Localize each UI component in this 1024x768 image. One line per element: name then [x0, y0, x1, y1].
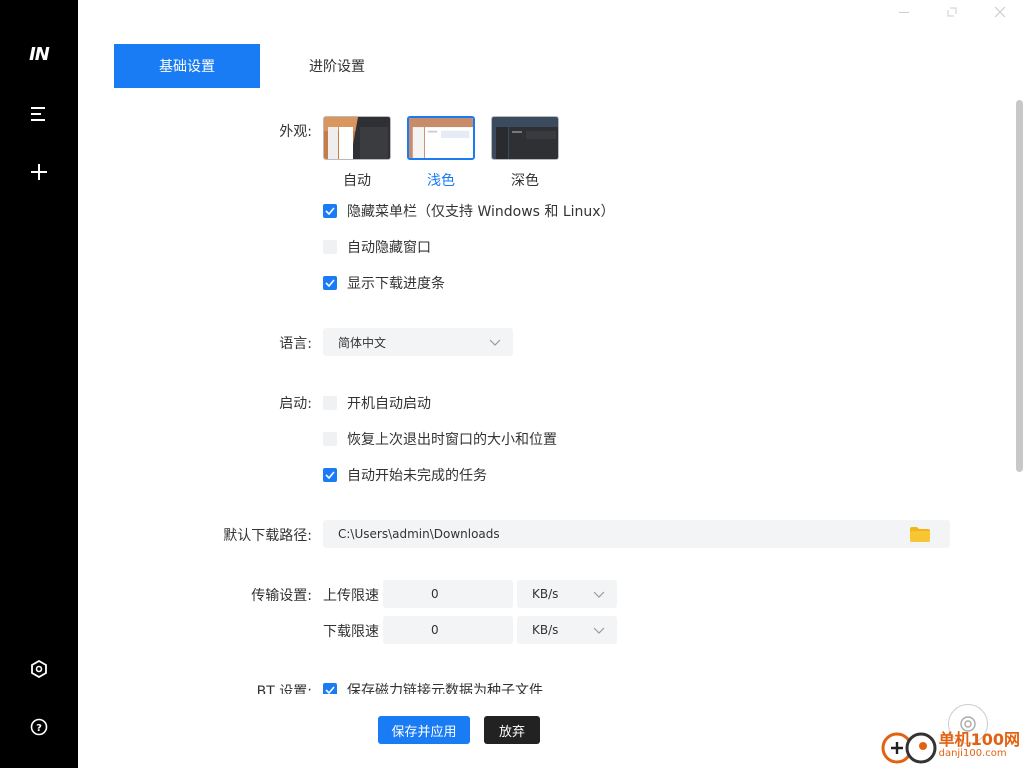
download-limit-value: 0 [431, 623, 439, 637]
help-icon[interactable]: ? [19, 707, 59, 747]
boot-label: 开机自动启动 [347, 396, 431, 412]
restore-label: 恢复上次退出时窗口的大小和位置 [347, 432, 557, 448]
download-limit-label: 下载限速 [323, 624, 379, 640]
app-logo: IN [29, 44, 50, 65]
resume-option[interactable]: 自动开始未完成的任务 [323, 465, 487, 485]
upload-unit-select[interactable]: KB/s [517, 580, 617, 608]
restore-checkbox[interactable] [323, 432, 337, 446]
watermark-logo-icon [881, 732, 937, 764]
boot-checkbox[interactable] [323, 396, 337, 410]
theme-card-dark[interactable] [491, 116, 559, 160]
resume-checkbox[interactable] [323, 468, 337, 482]
download-limit-input[interactable]: 0 [383, 616, 513, 644]
resume-label: 自动开始未完成的任务 [347, 468, 487, 484]
download-unit-value: KB/s [532, 623, 559, 637]
download-unit-select[interactable]: KB/s [517, 616, 617, 644]
chevron-down-icon [489, 339, 501, 346]
add-icon[interactable] [19, 152, 59, 192]
download-path-label: 默认下载路径: [223, 528, 312, 544]
show-progress-option[interactable]: 显示下载进度条 [323, 273, 445, 293]
menu-icon[interactable] [19, 94, 59, 134]
auto-hide-checkbox[interactable] [323, 240, 337, 254]
settings-window: IN ? 基础设置 进阶设置 外观: 自动 浅色 深色 隐藏菜单栏（仅支持 Wi… [0, 0, 1024, 768]
language-select[interactable]: 简体中文 [323, 328, 513, 356]
tab-basic-settings[interactable]: 基础设置 [114, 44, 260, 88]
language-label: 语言: [279, 336, 312, 352]
upload-limit-value: 0 [431, 587, 439, 601]
save-apply-button[interactable]: 保存并应用 [378, 716, 470, 744]
watermark: 单机100网 danji100.com [879, 726, 1020, 766]
folder-icon[interactable] [910, 527, 930, 542]
startup-label: 启动: [279, 396, 312, 412]
appearance-label: 外观: [279, 124, 312, 140]
download-path-value: C:\Users\admin\Downloads [338, 527, 500, 541]
content-clip-mask [200, 694, 1000, 712]
hide-menu-checkbox[interactable] [323, 204, 337, 218]
show-progress-checkbox[interactable] [323, 276, 337, 290]
maximize-icon[interactable] [942, 2, 962, 22]
boot-option[interactable]: 开机自动启动 [323, 393, 431, 413]
close-icon[interactable] [990, 2, 1010, 22]
auto-hide-label: 自动隐藏窗口 [347, 240, 431, 256]
theme-card-light[interactable] [407, 116, 475, 160]
theme-label-dark: 深色 [511, 173, 539, 189]
theme-label-auto: 自动 [343, 173, 371, 189]
show-progress-label: 显示下载进度条 [347, 276, 445, 292]
scrollbar[interactable] [1014, 0, 1024, 768]
upload-limit-input[interactable]: 0 [383, 580, 513, 608]
auto-hide-option[interactable]: 自动隐藏窗口 [323, 237, 431, 257]
download-path-field[interactable]: C:\Users\admin\Downloads [323, 520, 950, 548]
svg-text:?: ? [36, 723, 42, 734]
settings-hexagon-icon[interactable] [19, 649, 59, 689]
watermark-title: 单机100网 [938, 730, 1020, 749]
chevron-down-icon [593, 591, 605, 598]
language-value: 简体中文 [338, 335, 387, 350]
restore-option[interactable]: 恢复上次退出时窗口的大小和位置 [323, 429, 557, 449]
tab-advanced-settings[interactable]: 进阶设置 [268, 44, 406, 88]
theme-card-auto[interactable] [323, 116, 391, 160]
scrollbar-thumb[interactable] [1016, 100, 1023, 472]
chevron-down-icon [593, 627, 605, 634]
theme-label-light: 浅色 [427, 173, 455, 189]
upload-unit-value: KB/s [532, 587, 559, 601]
hide-menu-option[interactable]: 隐藏菜单栏（仅支持 Windows 和 Linux） [323, 201, 615, 221]
upload-limit-label: 上传限速 [323, 588, 379, 604]
discard-button[interactable]: 放弃 [484, 716, 540, 744]
sidebar: IN ? [0, 0, 78, 768]
transfer-label: 传输设置: [251, 588, 312, 604]
minimize-icon[interactable] [894, 2, 914, 22]
watermark-url: danji100.com [938, 748, 1007, 759]
hide-menu-label: 隐藏菜单栏（仅支持 Windows 和 Linux） [347, 204, 615, 220]
